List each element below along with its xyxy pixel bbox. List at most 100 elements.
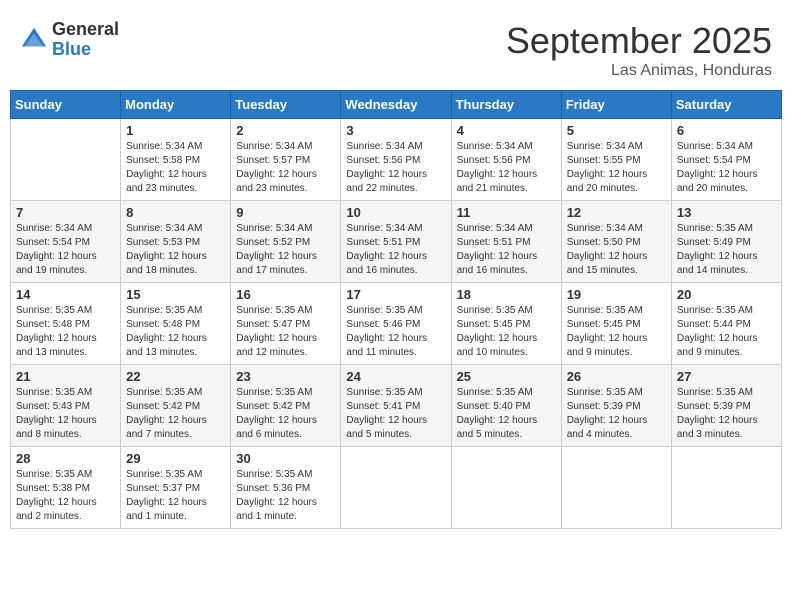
calendar-cell: 30 Sunrise: 5:35 AM Sunset: 5:36 PM Dayl… xyxy=(231,447,341,529)
calendar-cell: 3 Sunrise: 5:34 AM Sunset: 5:56 PM Dayli… xyxy=(341,119,451,201)
sunrise-text: Sunrise: 5:35 AM xyxy=(126,469,202,480)
logo-icon xyxy=(20,26,48,54)
sunset-text: Sunset: 5:56 PM xyxy=(457,155,531,166)
calendar-cell: 1 Sunrise: 5:34 AM Sunset: 5:58 PM Dayli… xyxy=(121,119,231,201)
calendar-cell: 24 Sunrise: 5:35 AM Sunset: 5:41 PM Dayl… xyxy=(341,365,451,447)
sunrise-text: Sunrise: 5:34 AM xyxy=(346,223,422,234)
title-block: September 2025 Las Animas, Honduras xyxy=(506,20,772,80)
daylight-text: Daylight: 12 hours and 8 minutes. xyxy=(16,415,97,440)
sunset-text: Sunset: 5:44 PM xyxy=(677,319,751,330)
daylight-text: Daylight: 12 hours and 6 minutes. xyxy=(236,415,317,440)
sunset-text: Sunset: 5:39 PM xyxy=(567,401,641,412)
sunrise-text: Sunrise: 5:34 AM xyxy=(346,141,422,152)
day-info: Sunrise: 5:34 AM Sunset: 5:55 PM Dayligh… xyxy=(567,140,666,196)
day-number: 22 xyxy=(126,369,225,384)
sunset-text: Sunset: 5:39 PM xyxy=(677,401,751,412)
day-number: 18 xyxy=(457,287,556,302)
day-info: Sunrise: 5:34 AM Sunset: 5:50 PM Dayligh… xyxy=(567,222,666,278)
sunrise-text: Sunrise: 5:35 AM xyxy=(236,469,312,480)
calendar-cell: 16 Sunrise: 5:35 AM Sunset: 5:47 PM Dayl… xyxy=(231,283,341,365)
calendar-cell: 15 Sunrise: 5:35 AM Sunset: 5:48 PM Dayl… xyxy=(121,283,231,365)
day-info: Sunrise: 5:35 AM Sunset: 5:42 PM Dayligh… xyxy=(236,386,335,442)
calendar-cell: 8 Sunrise: 5:34 AM Sunset: 5:53 PM Dayli… xyxy=(121,201,231,283)
sunrise-text: Sunrise: 5:35 AM xyxy=(16,469,92,480)
daylight-text: Daylight: 12 hours and 5 minutes. xyxy=(346,415,427,440)
calendar-cell: 14 Sunrise: 5:35 AM Sunset: 5:48 PM Dayl… xyxy=(11,283,121,365)
sunset-text: Sunset: 5:56 PM xyxy=(346,155,420,166)
calendar-cell: 22 Sunrise: 5:35 AM Sunset: 5:42 PM Dayl… xyxy=(121,365,231,447)
sunrise-text: Sunrise: 5:35 AM xyxy=(16,305,92,316)
day-number: 20 xyxy=(677,287,776,302)
sunrise-text: Sunrise: 5:34 AM xyxy=(16,223,92,234)
sunrise-text: Sunrise: 5:34 AM xyxy=(126,223,202,234)
calendar-cell: 10 Sunrise: 5:34 AM Sunset: 5:51 PM Dayl… xyxy=(341,201,451,283)
daylight-text: Daylight: 12 hours and 5 minutes. xyxy=(457,415,538,440)
day-info: Sunrise: 5:35 AM Sunset: 5:45 PM Dayligh… xyxy=(457,304,556,360)
calendar-cell: 2 Sunrise: 5:34 AM Sunset: 5:57 PM Dayli… xyxy=(231,119,341,201)
sunrise-text: Sunrise: 5:35 AM xyxy=(236,305,312,316)
day-info: Sunrise: 5:34 AM Sunset: 5:56 PM Dayligh… xyxy=(346,140,445,196)
day-number: 10 xyxy=(346,205,445,220)
sunset-text: Sunset: 5:45 PM xyxy=(457,319,531,330)
sunrise-text: Sunrise: 5:34 AM xyxy=(567,223,643,234)
sunset-text: Sunset: 5:41 PM xyxy=(346,401,420,412)
weekday-header: Friday xyxy=(561,91,671,119)
page-header: General Blue September 2025 Las Animas, … xyxy=(10,10,782,85)
day-number: 13 xyxy=(677,205,776,220)
sunset-text: Sunset: 5:40 PM xyxy=(457,401,531,412)
day-info: Sunrise: 5:35 AM Sunset: 5:42 PM Dayligh… xyxy=(126,386,225,442)
sunrise-text: Sunrise: 5:34 AM xyxy=(236,223,312,234)
sunrise-text: Sunrise: 5:35 AM xyxy=(457,305,533,316)
calendar-week-row: 28 Sunrise: 5:35 AM Sunset: 5:38 PM Dayl… xyxy=(11,447,782,529)
sunset-text: Sunset: 5:46 PM xyxy=(346,319,420,330)
sunset-text: Sunset: 5:49 PM xyxy=(677,237,751,248)
day-number: 2 xyxy=(236,123,335,138)
sunrise-text: Sunrise: 5:34 AM xyxy=(567,141,643,152)
weekday-header: Monday xyxy=(121,91,231,119)
day-info: Sunrise: 5:35 AM Sunset: 5:41 PM Dayligh… xyxy=(346,386,445,442)
day-number: 14 xyxy=(16,287,115,302)
day-info: Sunrise: 5:35 AM Sunset: 5:47 PM Dayligh… xyxy=(236,304,335,360)
calendar-table: SundayMondayTuesdayWednesdayThursdayFrid… xyxy=(10,90,782,529)
calendar-cell xyxy=(561,447,671,529)
sunset-text: Sunset: 5:48 PM xyxy=(126,319,200,330)
day-info: Sunrise: 5:35 AM Sunset: 5:48 PM Dayligh… xyxy=(16,304,115,360)
daylight-text: Daylight: 12 hours and 10 minutes. xyxy=(457,333,538,358)
sunset-text: Sunset: 5:58 PM xyxy=(126,155,200,166)
sunset-text: Sunset: 5:38 PM xyxy=(16,483,90,494)
day-info: Sunrise: 5:35 AM Sunset: 5:40 PM Dayligh… xyxy=(457,386,556,442)
calendar-header-row: SundayMondayTuesdayWednesdayThursdayFrid… xyxy=(11,91,782,119)
calendar-cell: 23 Sunrise: 5:35 AM Sunset: 5:42 PM Dayl… xyxy=(231,365,341,447)
day-number: 16 xyxy=(236,287,335,302)
daylight-text: Daylight: 12 hours and 20 minutes. xyxy=(677,169,758,194)
day-number: 7 xyxy=(16,205,115,220)
day-number: 26 xyxy=(567,369,666,384)
day-number: 27 xyxy=(677,369,776,384)
sunrise-text: Sunrise: 5:34 AM xyxy=(677,141,753,152)
calendar-cell: 28 Sunrise: 5:35 AM Sunset: 5:38 PM Dayl… xyxy=(11,447,121,529)
sunrise-text: Sunrise: 5:35 AM xyxy=(567,305,643,316)
calendar-cell: 19 Sunrise: 5:35 AM Sunset: 5:45 PM Dayl… xyxy=(561,283,671,365)
day-info: Sunrise: 5:34 AM Sunset: 5:54 PM Dayligh… xyxy=(16,222,115,278)
daylight-text: Daylight: 12 hours and 3 minutes. xyxy=(677,415,758,440)
sunset-text: Sunset: 5:45 PM xyxy=(567,319,641,330)
daylight-text: Daylight: 12 hours and 20 minutes. xyxy=(567,169,648,194)
day-number: 11 xyxy=(457,205,556,220)
calendar-cell: 13 Sunrise: 5:35 AM Sunset: 5:49 PM Dayl… xyxy=(671,201,781,283)
weekday-header: Sunday xyxy=(11,91,121,119)
logo-blue-text: Blue xyxy=(52,40,119,60)
day-info: Sunrise: 5:35 AM Sunset: 5:45 PM Dayligh… xyxy=(567,304,666,360)
day-info: Sunrise: 5:35 AM Sunset: 5:38 PM Dayligh… xyxy=(16,468,115,524)
day-number: 30 xyxy=(236,451,335,466)
day-number: 23 xyxy=(236,369,335,384)
sunrise-text: Sunrise: 5:35 AM xyxy=(236,387,312,398)
calendar-cell: 12 Sunrise: 5:34 AM Sunset: 5:50 PM Dayl… xyxy=(561,201,671,283)
day-info: Sunrise: 5:34 AM Sunset: 5:52 PM Dayligh… xyxy=(236,222,335,278)
daylight-text: Daylight: 12 hours and 23 minutes. xyxy=(126,169,207,194)
calendar-cell: 9 Sunrise: 5:34 AM Sunset: 5:52 PM Dayli… xyxy=(231,201,341,283)
calendar-cell: 26 Sunrise: 5:35 AM Sunset: 5:39 PM Dayl… xyxy=(561,365,671,447)
calendar-cell: 27 Sunrise: 5:35 AM Sunset: 5:39 PM Dayl… xyxy=(671,365,781,447)
day-number: 25 xyxy=(457,369,556,384)
calendar-cell: 20 Sunrise: 5:35 AM Sunset: 5:44 PM Dayl… xyxy=(671,283,781,365)
sunrise-text: Sunrise: 5:34 AM xyxy=(236,141,312,152)
